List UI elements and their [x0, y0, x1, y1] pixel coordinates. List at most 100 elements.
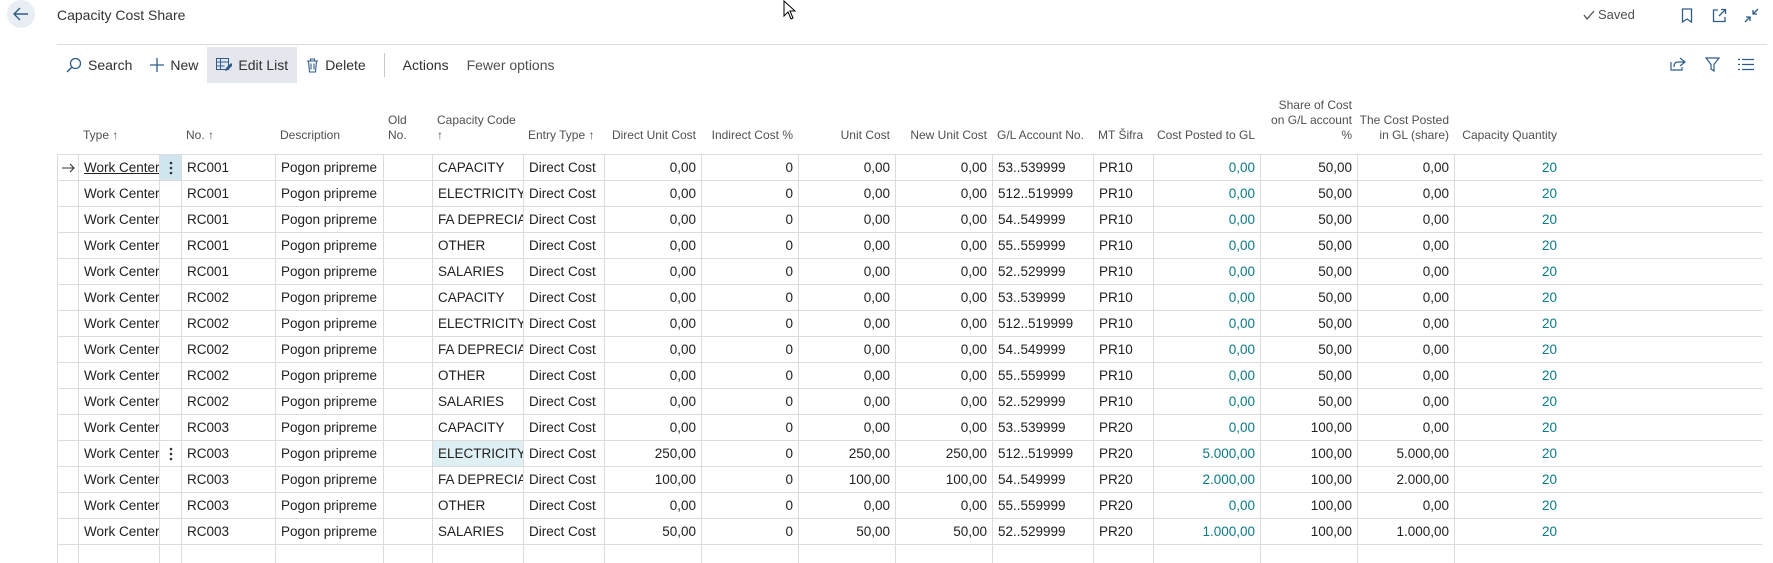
cell-unit-cost[interactable]: 0,00 [798, 415, 895, 441]
row-menu-button[interactable] [159, 155, 181, 181]
cell-capacity-code[interactable]: ELECTRICITY [432, 181, 523, 207]
cell-mt-sifra[interactable]: PR20 [1093, 415, 1153, 441]
cell-cost-posted-to-gl[interactable]: 0,00 [1153, 259, 1260, 285]
cell-direct-unit-cost[interactable]: 50,00 [604, 519, 701, 545]
cell-entry-type[interactable]: Direct Cost [523, 389, 604, 415]
cell-capacity-code[interactable]: OTHER [432, 363, 523, 389]
row-indicator[interactable] [57, 415, 78, 441]
cell-indirect-cost-pct[interactable]: 0 [701, 259, 798, 285]
table-row[interactable]: Work Center RC001 Pogon pripreme OTHER Direc… [57, 232, 1762, 259]
column-header-indirect-cost-pct[interactable]: Indirect Cost % [703, 128, 793, 143]
row-menu-button[interactable] [159, 441, 181, 467]
cell-description[interactable]: Pogon pripreme [275, 181, 383, 207]
cell-description[interactable]: Pogon pripreme [275, 233, 383, 259]
cell-capacity-code[interactable]: SALARIES [432, 519, 523, 545]
column-header-share-of-cost[interactable]: Share of Cost on G/L account % [1262, 98, 1352, 143]
cell-no[interactable]: RC002 [181, 363, 275, 389]
cell-indirect-cost-pct[interactable]: 0 [701, 207, 798, 233]
cell-gl-account-no[interactable]: 54..549999 [992, 207, 1093, 233]
cell-old-no[interactable] [383, 259, 432, 285]
cell-direct-unit-cost[interactable]: 0,00 [604, 285, 701, 311]
cell-description[interactable]: Pogon pripreme [275, 441, 383, 467]
cell-no[interactable]: RC003 [181, 441, 275, 467]
cell-direct-unit-cost[interactable]: 0,00 [604, 311, 701, 337]
cell-direct-unit-cost[interactable]: 0,00 [604, 363, 701, 389]
table-row[interactable]: Work Center RC003 Pogon pripreme CAPACITY Di… [57, 414, 1762, 441]
cell-entry-type[interactable]: Direct Cost [523, 415, 604, 441]
cell-description[interactable]: Pogon pripreme [275, 363, 383, 389]
cell-share-of-cost[interactable]: 100,00 [1260, 519, 1357, 545]
table-row[interactable]: Work Center RC003 Pogon pripreme SALARIES Di… [57, 518, 1762, 545]
cell-type[interactable]: Work Center [78, 363, 159, 389]
cell-description[interactable]: Pogon pripreme [275, 389, 383, 415]
cell-mt-sifra[interactable]: PR10 [1093, 181, 1153, 207]
cell-cost-posted-to-gl[interactable]: 0,00 [1153, 337, 1260, 363]
cell-entry-type[interactable]: Direct Cost [523, 441, 604, 467]
cell-new-unit-cost[interactable]: 0,00 [895, 389, 992, 415]
cell-share-of-cost[interactable]: 50,00 [1260, 363, 1357, 389]
cell-gl-account-no[interactable]: 55..559999 [992, 233, 1093, 259]
row-menu-button[interactable] [159, 337, 181, 363]
new-button[interactable]: New [141, 47, 207, 83]
cell-gl-account-no[interactable]: 512..519999 [992, 181, 1093, 207]
cell-type[interactable]: Work Center [78, 389, 159, 415]
cell-share-of-cost[interactable]: 100,00 [1260, 467, 1357, 493]
cell-indirect-cost-pct[interactable]: 0 [701, 155, 798, 181]
column-header-type[interactable]: Type ↑ [83, 128, 143, 143]
cell-cost-posted-to-gl[interactable]: 0,00 [1153, 181, 1260, 207]
row-indicator[interactable] [57, 259, 78, 285]
cell-capacity-quantity[interactable]: 20 [1454, 467, 1562, 493]
cell-description[interactable]: Pogon pripreme [275, 519, 383, 545]
column-header-mt-sifra[interactable]: MT Šifra [1098, 128, 1158, 143]
cell-cost-posted-share[interactable]: 0,00 [1357, 389, 1454, 415]
cell-capacity-code[interactable]: CAPACITY [432, 415, 523, 441]
row-indicator[interactable] [57, 519, 78, 545]
cell-gl-account-no[interactable]: 512..519999 [992, 311, 1093, 337]
cell-new-unit-cost[interactable]: 0,00 [895, 259, 992, 285]
cell-cost-posted-share[interactable]: 0,00 [1357, 207, 1454, 233]
cell-description[interactable]: Pogon pripreme [275, 415, 383, 441]
row-menu-button[interactable] [159, 233, 181, 259]
row-indicator[interactable] [57, 337, 78, 363]
cell-gl-account-no[interactable]: 53..539999 [992, 155, 1093, 181]
cell-new-unit-cost[interactable]: 250,00 [895, 441, 992, 467]
cell-type[interactable]: Work Center [78, 337, 159, 363]
row-indicator[interactable] [57, 181, 78, 207]
cell-gl-account-no[interactable]: 52..529999 [992, 389, 1093, 415]
cell-cost-posted-share[interactable]: 5.000,00 [1357, 441, 1454, 467]
cell-capacity-code[interactable]: OTHER [432, 233, 523, 259]
cell-cost-posted-to-gl[interactable]: 0,00 [1153, 389, 1260, 415]
cell-new-unit-cost[interactable]: 0,00 [895, 363, 992, 389]
cell-old-no[interactable] [383, 363, 432, 389]
cell-capacity-code[interactable]: FA DEPRECIAT... [432, 207, 523, 233]
cell-indirect-cost-pct[interactable]: 0 [701, 519, 798, 545]
cell-indirect-cost-pct[interactable]: 0 [701, 493, 798, 519]
cell-description[interactable]: Pogon pripreme [275, 207, 383, 233]
cell-description[interactable]: Pogon pripreme [275, 337, 383, 363]
back-button[interactable] [7, 0, 35, 28]
cell-mt-sifra[interactable]: PR10 [1093, 285, 1153, 311]
row-menu-button[interactable] [159, 207, 181, 233]
cell-cost-posted-share[interactable]: 0,00 [1357, 337, 1454, 363]
cell-unit-cost[interactable]: 250,00 [798, 441, 895, 467]
row-menu-button[interactable] [159, 389, 181, 415]
cell-cost-posted-share[interactable]: 1.000,00 [1357, 519, 1454, 545]
cell-unit-cost[interactable]: 0,00 [798, 493, 895, 519]
column-header-no[interactable]: No. ↑ [186, 128, 246, 143]
cell-capacity-quantity[interactable]: 20 [1454, 207, 1562, 233]
cell-capacity-quantity[interactable]: 20 [1454, 389, 1562, 415]
cell-mt-sifra[interactable]: PR10 [1093, 337, 1153, 363]
row-indicator[interactable] [57, 389, 78, 415]
cell-share-of-cost[interactable]: 50,00 [1260, 155, 1357, 181]
cell-old-no[interactable] [383, 389, 432, 415]
row-menu-button[interactable] [159, 415, 181, 441]
cell-no[interactable]: RC001 [181, 233, 275, 259]
cell-type[interactable]: Work Center [78, 441, 159, 467]
cell-cost-posted-to-gl[interactable]: 0,00 [1153, 155, 1260, 181]
column-header-unit-cost[interactable]: Unit Cost [800, 128, 890, 143]
cell-cost-posted-share[interactable]: 0,00 [1357, 363, 1454, 389]
cell-type[interactable]: Work Center [78, 285, 159, 311]
cell-entry-type[interactable]: Direct Cost [523, 363, 604, 389]
row-menu-button[interactable] [159, 259, 181, 285]
cell-cost-posted-to-gl[interactable]: 5.000,00 [1153, 441, 1260, 467]
